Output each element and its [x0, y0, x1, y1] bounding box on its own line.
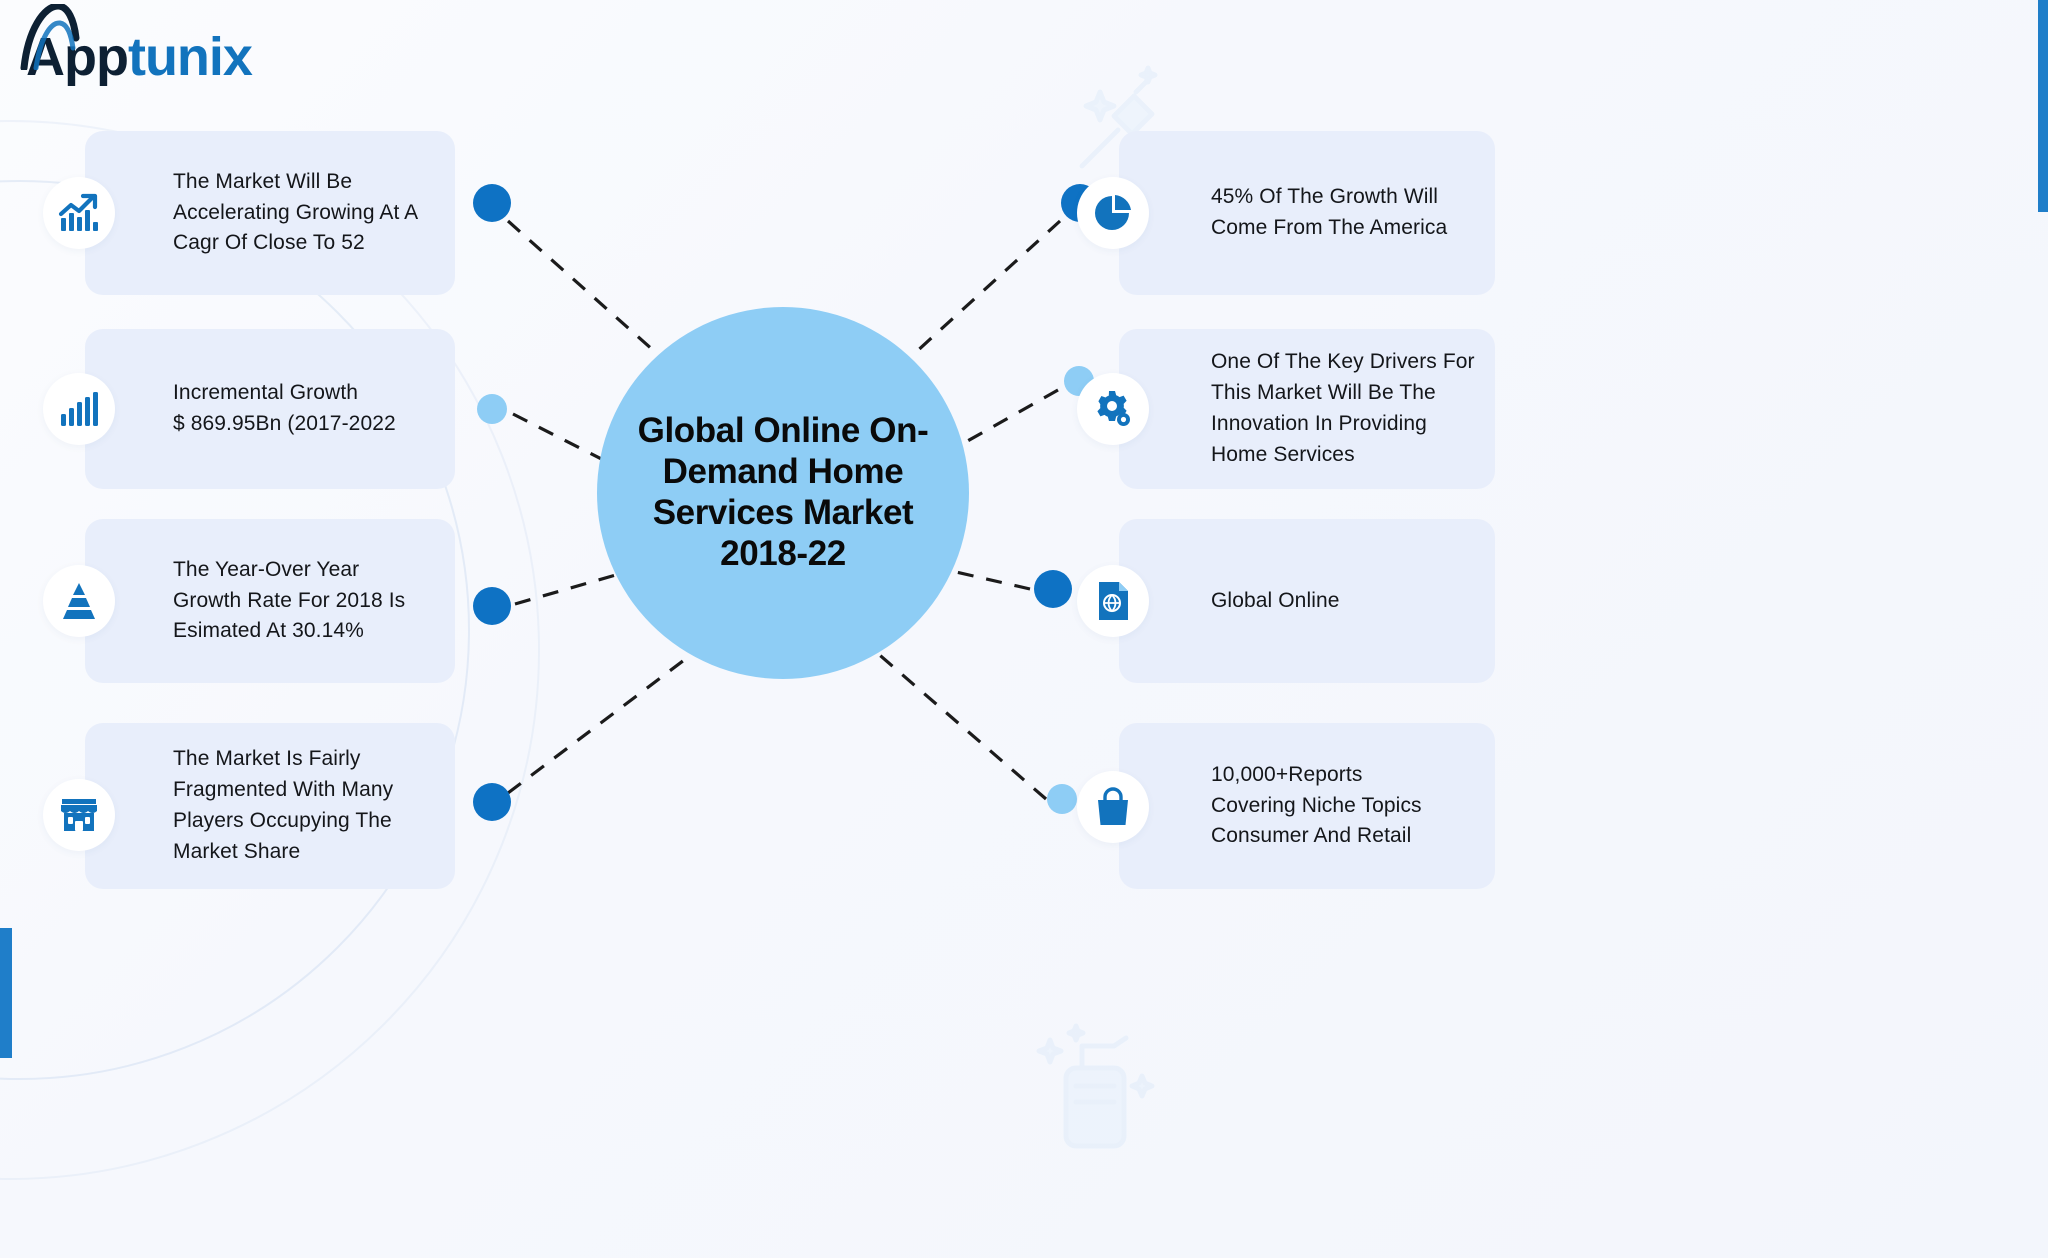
gear-icon — [1077, 373, 1149, 445]
trending-up-chart-icon — [43, 177, 115, 249]
logo-wordmark: Apptunix — [20, 4, 253, 87]
connector-dot-left-0 — [473, 184, 511, 222]
fact-card-text: Incremental Growth $ 869.95Bn (2017-2022 — [173, 381, 396, 435]
fact-card-right-3[interactable]: 10,000+Reports Covering Niche Topics Con… — [1077, 723, 1495, 889]
logo-text-tunix: tunix — [127, 27, 253, 87]
fact-card-left-0[interactable]: The Market Will Be Accelerating Growing … — [43, 131, 455, 295]
edge-accent-bar-left — [0, 928, 12, 1058]
apptunix-logo[interactable]: Apptunix — [20, 4, 253, 92]
connector-dot-right-2 — [1034, 570, 1072, 608]
bar-chart-icon — [43, 373, 115, 445]
fact-card-right-2[interactable]: Global Online — [1077, 519, 1495, 683]
document-globe-icon — [1077, 565, 1149, 637]
fact-card-left-2[interactable]: The Year-Over Year Growth Rate For 2018 … — [43, 519, 455, 683]
pie-chart-icon — [1077, 177, 1149, 249]
fact-card-text: The Market Is Fairly Fragmented With Man… — [173, 747, 394, 863]
fact-card-left-1[interactable]: Incremental Growth $ 869.95Bn (2017-2022 — [43, 329, 455, 489]
pyramid-icon — [43, 565, 115, 637]
fact-card-right-0[interactable]: 45% Of The Growth Will Come From The Ame… — [1077, 131, 1495, 295]
fact-card-text: The Market Will Be Accelerating Growing … — [173, 169, 419, 255]
connector-line-right-3 — [866, 643, 1048, 801]
fact-card-text: The Year-Over Year Growth Rate For 2018 … — [173, 557, 406, 643]
fact-card-text: Global Online — [1211, 588, 1340, 612]
connector-line-right-1 — [947, 388, 1059, 454]
fact-card-text: One Of The Key Drivers For This Market W… — [1211, 350, 1475, 466]
connector-dot-left-1 — [477, 394, 507, 424]
logo-text-app: App — [26, 27, 129, 87]
spray-bottle-sparkle-watermark-icon — [1036, 1023, 1155, 1149]
center-hub-circle: Global Online On-Demand Home Services Ma… — [597, 307, 969, 679]
infographic-canvas: Apptunix Global Online On-Demand Home Se… — [0, 0, 2048, 1258]
fact-card-text: 45% Of The Growth Will Come From The Ame… — [1211, 185, 1448, 239]
shopping-bag-icon — [1077, 771, 1149, 843]
connector-dot-left-2 — [473, 587, 511, 625]
edge-accent-bar-right — [2038, 0, 2048, 212]
fact-card-left-3[interactable]: The Market Is Fairly Fragmented With Man… — [43, 723, 455, 889]
connector-dot-right-3 — [1047, 784, 1077, 814]
fact-card-text: 10,000+Reports Covering Niche Topics Con… — [1211, 762, 1422, 848]
connector-dot-left-3 — [473, 783, 511, 821]
center-title: Global Online On-Demand Home Services Ma… — [637, 411, 929, 573]
fact-card-right-1[interactable]: One Of The Key Drivers For This Market W… — [1077, 329, 1495, 489]
storefront-icon — [43, 779, 115, 851]
